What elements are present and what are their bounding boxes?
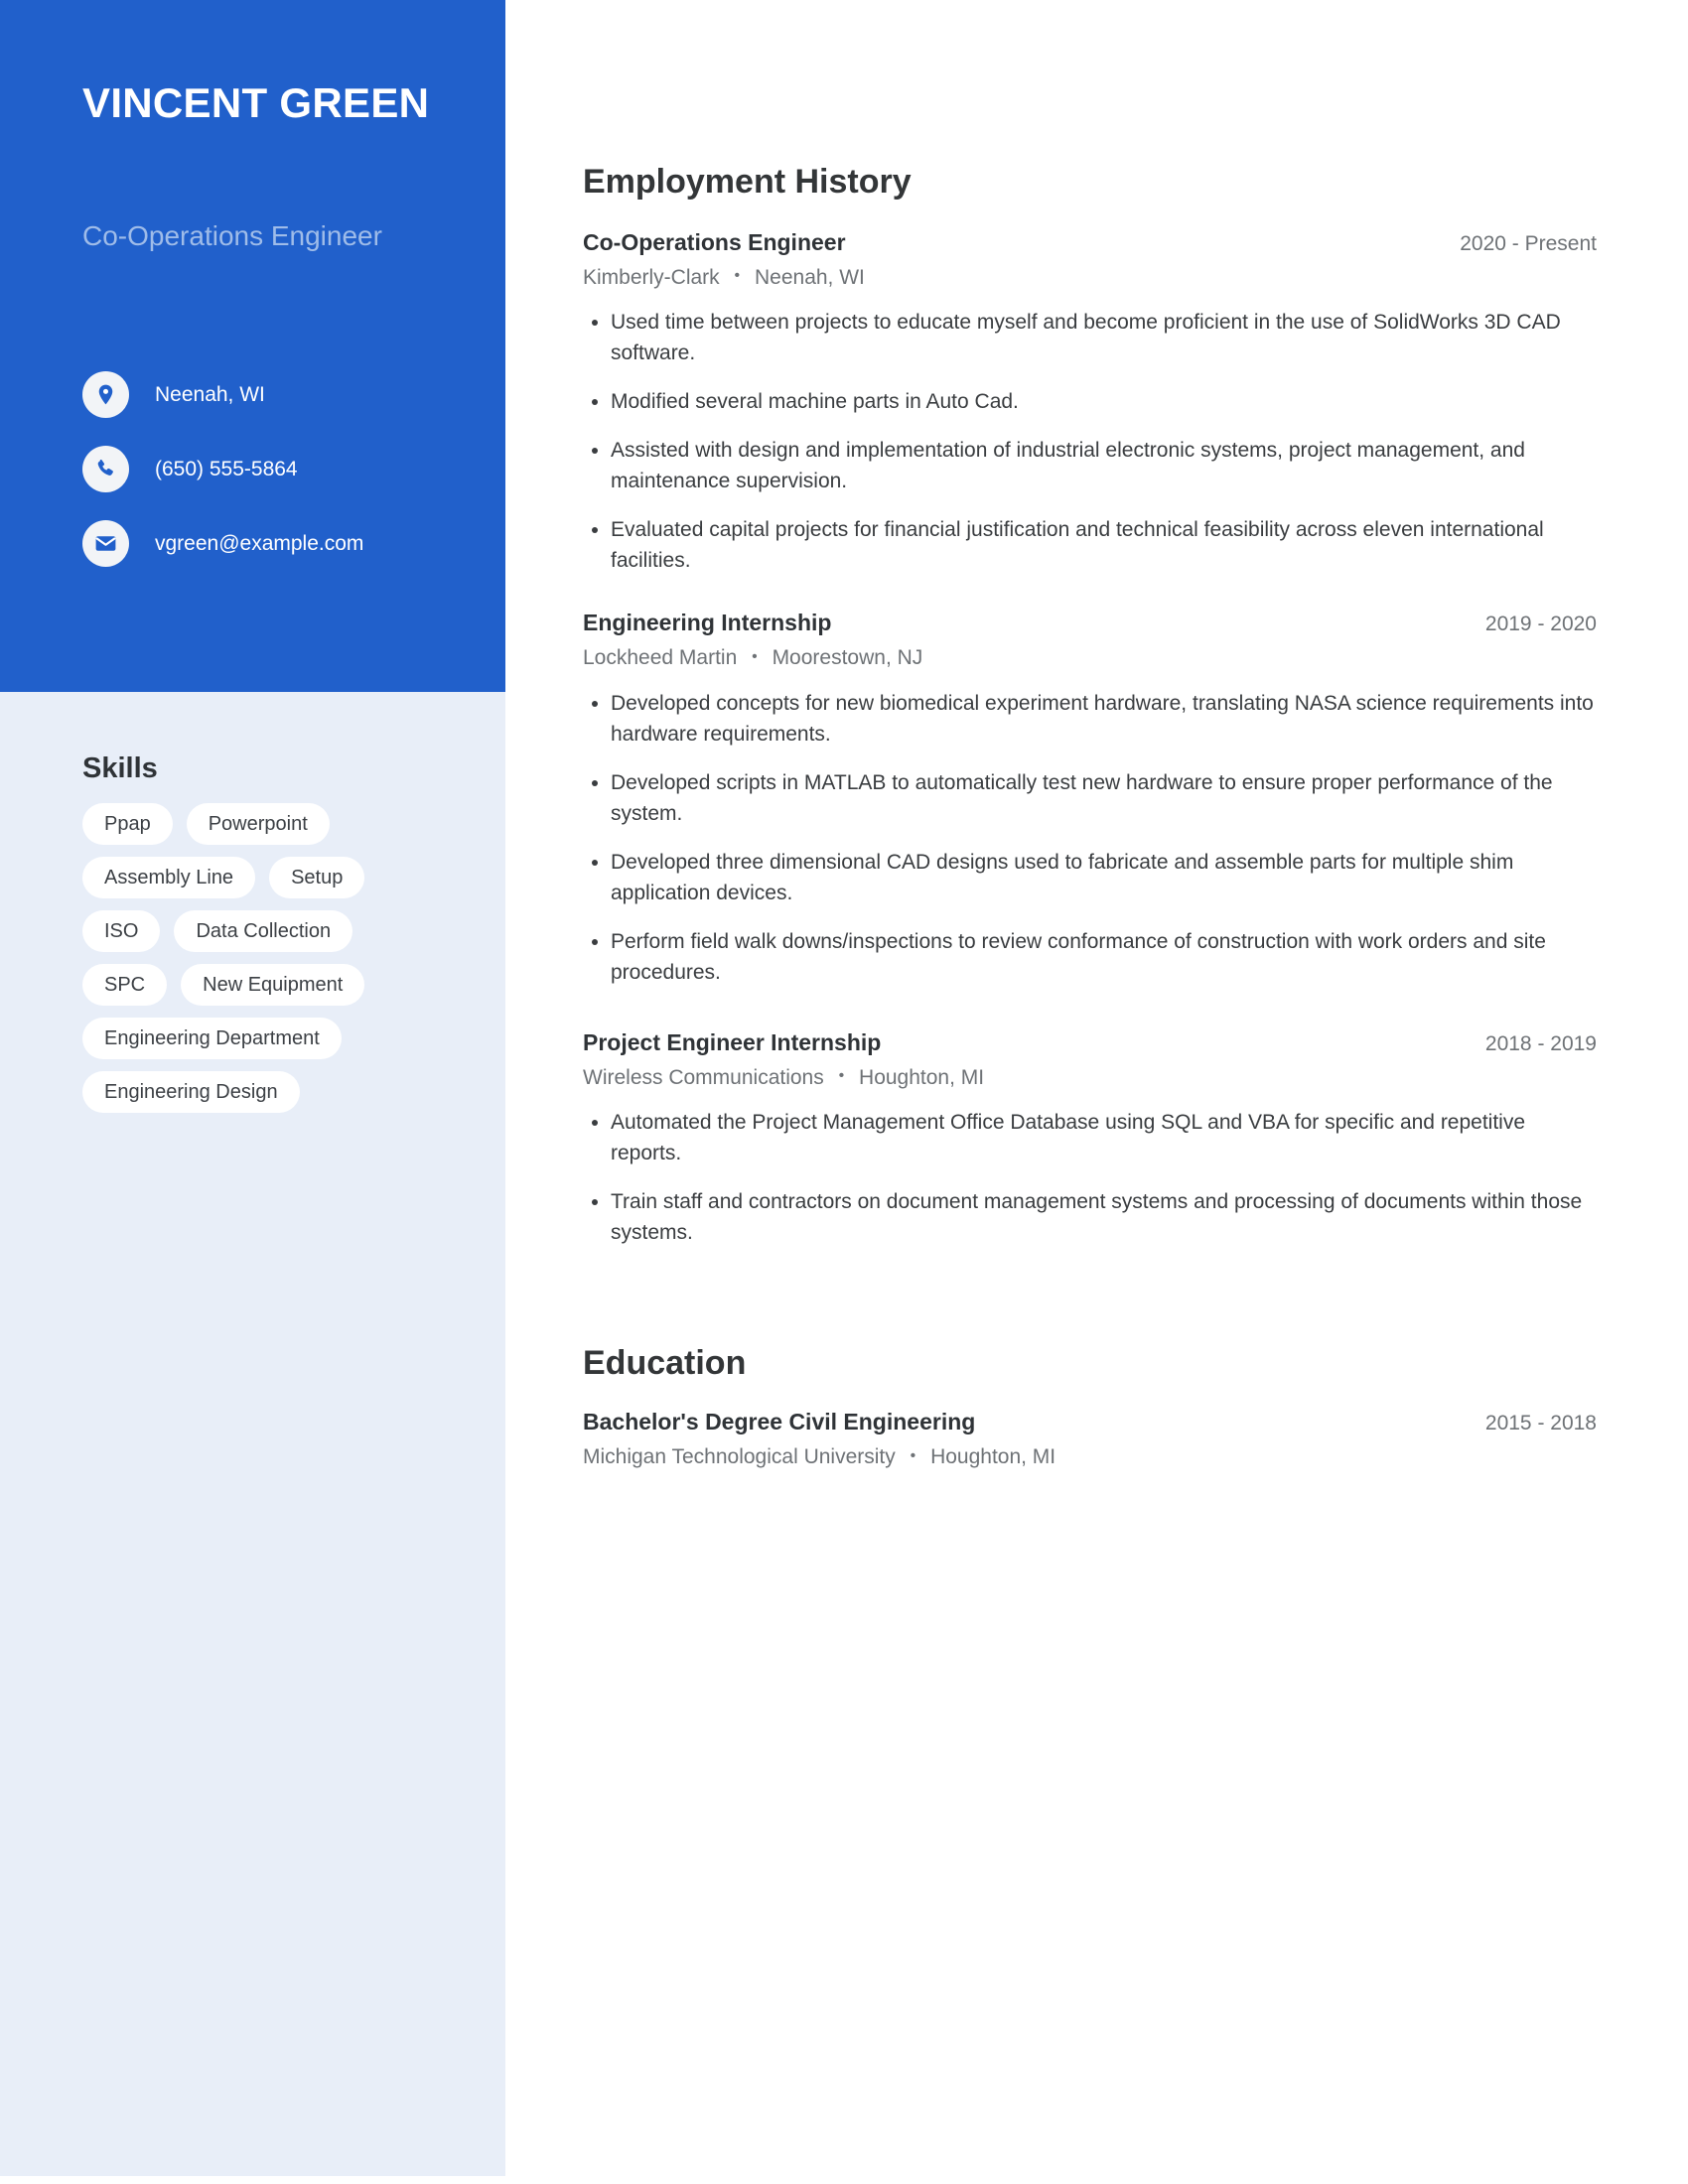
entry-header: Co-Operations Engineer 2020 - Present: [583, 227, 1597, 259]
entry-job-title: Project Engineer Internship: [583, 1028, 882, 1055]
skills-heading: Skills: [82, 752, 158, 784]
entry-date-range: 2015 - 2018: [1484, 1412, 1597, 1435]
entry-meta: Wireless Communications • Houghton, MI: [583, 1065, 1597, 1091]
entry-bullet: Used time between projects to educate my…: [583, 307, 1597, 368]
contact-item-phone: (650) 555-5864: [82, 446, 499, 492]
skills-section: Skills Ppap Powerpoint Assembly Line Set…: [0, 751, 505, 1113]
entry-location: Houghton, MI: [930, 1445, 1056, 1469]
entry-location: Moorestown, NJ: [772, 646, 923, 670]
entry-job-title: Co-Operations Engineer: [583, 229, 846, 255]
skill-pill[interactable]: Engineering Design: [82, 1071, 300, 1113]
entry-header: Project Engineer Internship 2018 - 2019: [583, 1027, 1597, 1059]
main-content: Employment History Co-Operations Enginee…: [583, 0, 1597, 1471]
candidate-name: VINCENT GREEN: [82, 79, 430, 126]
skill-pill[interactable]: SPC: [82, 964, 168, 1006]
entry-bullet: Assisted with design and implementation …: [583, 435, 1597, 496]
entry-bullet: Developed concepts for new biomedical ex…: [583, 688, 1597, 750]
candidate-job-title: Co-Operations Engineer: [82, 220, 382, 251]
entry-school: Michigan Technological University: [583, 1445, 896, 1469]
sidebar: VINCENT GREEN Co-Operations Engineer Nee…: [0, 0, 505, 2176]
phone-icon: [82, 446, 129, 492]
education-section: Education Bachelor's Degree Civil Engine…: [583, 1343, 1597, 1470]
entry-date-range: 2020 - Present: [1460, 232, 1597, 255]
skill-pill[interactable]: ISO: [82, 910, 161, 952]
entry-bullet-list: Used time between projects to educate my…: [583, 307, 1597, 576]
entry-bullet-list: Developed concepts for new biomedical ex…: [583, 688, 1597, 988]
contact-phone-text: (650) 555-5864: [155, 457, 298, 480]
education-heading: Education: [583, 1344, 747, 1383]
skill-pill[interactable]: Powerpoint: [186, 803, 330, 845]
entry-location: Neenah, WI: [754, 266, 865, 289]
entry-meta: Michigan Technological University • Houg…: [583, 1444, 1597, 1470]
skill-pill[interactable]: Ppap: [82, 803, 173, 845]
envelope-icon: [82, 520, 129, 567]
employment-entry: Project Engineer Internship 2018 - 2019 …: [583, 1027, 1597, 1248]
entry-company: Wireless Communications: [583, 1065, 824, 1089]
skill-pill[interactable]: Assembly Line: [82, 857, 256, 898]
entry-bullet: Evaluated capital projects for financial…: [583, 514, 1597, 576]
skill-pill[interactable]: Data Collection: [174, 910, 353, 952]
meta-separator-dot: •: [752, 647, 758, 665]
skill-pill[interactable]: Engineering Department: [82, 1018, 342, 1059]
entry-degree-title: Bachelor's Degree Civil Engineering: [583, 1409, 976, 1435]
contact-item-email: vgreen@example.com: [82, 520, 499, 567]
entry-bullet: Developed three dimensional CAD designs …: [583, 847, 1597, 908]
entry-company: Kimberly-Clark: [583, 266, 720, 289]
contact-item-location: Neenah, WI: [82, 371, 499, 418]
entry-bullet: Perform field walk downs/inspections to …: [583, 926, 1597, 988]
entry-location: Houghton, MI: [859, 1065, 985, 1089]
entry-bullet: Train staff and contractors on document …: [583, 1186, 1597, 1248]
entry-bullet: Developed scripts in MATLAB to automatic…: [583, 767, 1597, 829]
sidebar-header-banner: VINCENT GREEN Co-Operations Engineer Nee…: [0, 0, 505, 692]
contact-list: Neenah, WI (650) 555-5864 vgreen@example…: [82, 371, 499, 595]
employment-entry: Engineering Internship 2019 - 2020 Lockh…: [583, 608, 1597, 987]
skills-pill-list: Ppap Powerpoint Assembly Line Setup ISO …: [82, 803, 420, 1113]
entry-job-title: Engineering Internship: [583, 610, 832, 636]
meta-separator-dot: •: [734, 267, 741, 285]
entry-date-range: 2019 - 2020: [1484, 613, 1597, 636]
location-pin-icon: [82, 371, 129, 418]
resume-page: VINCENT GREEN Co-Operations Engineer Nee…: [0, 0, 1688, 2184]
entry-meta: Lockheed Martin • Moorestown, NJ: [583, 645, 1597, 671]
entry-date-range: 2018 - 2019: [1484, 1031, 1597, 1055]
entry-company: Lockheed Martin: [583, 646, 738, 670]
entry-bullet: Automated the Project Management Office …: [583, 1107, 1597, 1168]
employment-history-section: Employment History Co-Operations Enginee…: [583, 162, 1597, 1248]
meta-separator-dot: •: [838, 1067, 845, 1085]
employment-history-heading: Employment History: [583, 163, 912, 201]
contact-location-text: Neenah, WI: [155, 382, 265, 406]
entry-bullet-list: Automated the Project Management Office …: [583, 1107, 1597, 1248]
entry-header: Bachelor's Degree Civil Engineering 2015…: [583, 1407, 1597, 1438]
entry-meta: Kimberly-Clark • Neenah, WI: [583, 265, 1597, 291]
meta-separator-dot: •: [910, 1446, 916, 1464]
skill-pill[interactable]: New Equipment: [181, 964, 365, 1006]
employment-entry: Co-Operations Engineer 2020 - Present Ki…: [583, 227, 1597, 576]
education-entry: Bachelor's Degree Civil Engineering 2015…: [583, 1407, 1597, 1470]
entry-bullet: Modified several machine parts in Auto C…: [583, 386, 1597, 417]
skill-pill[interactable]: Setup: [269, 857, 365, 898]
entry-header: Engineering Internship 2019 - 2020: [583, 608, 1597, 639]
name-block: VINCENT GREEN: [82, 77, 480, 129]
contact-email-text: vgreen@example.com: [155, 531, 364, 555]
